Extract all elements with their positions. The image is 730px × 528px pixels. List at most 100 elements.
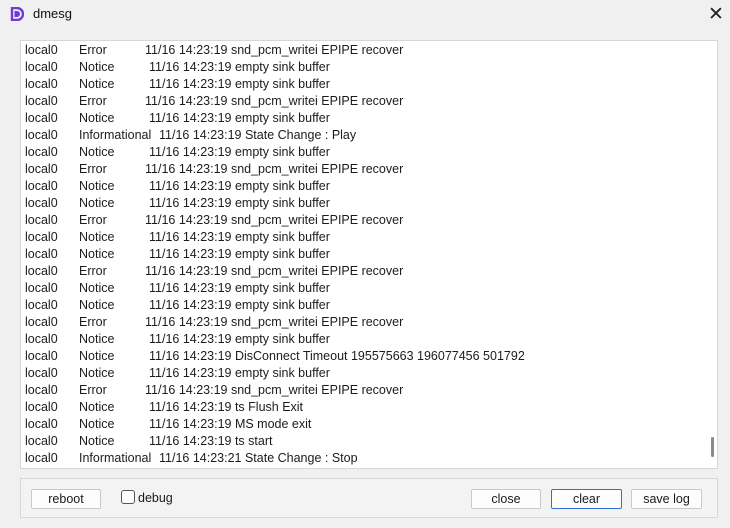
close-button[interactable]: close <box>471 489 541 509</box>
log-level: Informational <box>79 128 152 142</box>
log-source: local0 <box>25 349 58 363</box>
log-source: local0 <box>25 281 58 295</box>
log-message: 11/16 14:23:19 snd_pcm_writei EPIPE reco… <box>145 94 404 108</box>
log-row: local0 Error 11/16 14:23:19 snd_pcm_writei… <box>21 263 701 280</box>
log-source: local0 <box>25 77 58 91</box>
log-message: 11/16 14:23:19 MS mode exit <box>149 417 312 431</box>
log-level: Notice <box>79 77 115 91</box>
log-source: local0 <box>25 60 58 74</box>
log-row: local0 Notice 11/16 14:23:19 empty sink bu… <box>21 178 701 195</box>
log-row: local0 Notice 11/16 14:23:19 empty sink bu… <box>21 280 701 297</box>
log-source: local0 <box>25 332 58 346</box>
log-level: Error <box>79 383 107 397</box>
log-message: 11/16 14:23:19 State Change : Play <box>159 128 357 142</box>
log-row: local0 Notice 11/16 14:23:19 empty sink bu… <box>21 195 701 212</box>
close-icon[interactable]: ✕ <box>704 3 728 25</box>
log-message: 11/16 14:23:19 ts Flush Exit <box>149 400 304 414</box>
log-message: 11/16 14:23:19 empty sink buffer <box>149 145 330 159</box>
log-level: Notice <box>79 196 115 210</box>
log-message: 11/16 14:23:19 empty sink buffer <box>149 196 330 210</box>
log-message: 11/16 14:23:19 empty sink buffer <box>149 77 330 91</box>
log-level: Informational <box>79 451 152 465</box>
log-row: local0 Error 11/16 14:23:19 snd_pcm_writei… <box>21 314 701 331</box>
log-level: Notice <box>79 349 115 363</box>
log-level: Notice <box>79 400 115 414</box>
log-level: Notice <box>79 60 115 74</box>
log-row: local0 Notice 11/16 14:23:19 empty sink bu… <box>21 246 701 263</box>
log-level: Notice <box>79 179 115 193</box>
debug-checkbox[interactable]: debug <box>114 490 184 510</box>
log-source: local0 <box>25 434 58 448</box>
log-level: Notice <box>79 332 115 346</box>
log-source: local0 <box>25 417 58 431</box>
log-row: local0 Error 11/16 14:23:19 snd_pcm_writei… <box>21 212 701 229</box>
log-message: 11/16 14:23:19 empty sink buffer <box>149 179 330 193</box>
log-source: local0 <box>25 128 58 142</box>
log-message: 11/16 14:23:19 snd_pcm_writei EPIPE reco… <box>145 213 404 227</box>
log-message: 11/16 14:23:19 empty sink buffer <box>149 60 330 74</box>
log-message: 11/16 14:23:19 DisConnect Timeout 195575… <box>149 349 525 363</box>
log-row: local0 Informational 11/16 14:23:21 State … <box>21 450 701 467</box>
window-title: dmesg <box>33 6 73 21</box>
log-row: local0 Notice 11/16 14:23:19 empty sink bu… <box>21 76 701 93</box>
log-message: 11/16 14:23:19 empty sink buffer <box>149 332 330 346</box>
log-level: Error <box>79 213 107 227</box>
log-source: local0 <box>25 451 58 465</box>
log-level: Notice <box>79 434 115 448</box>
log-row: local0 Notice 11/16 14:23:19 empty sink bu… <box>21 110 701 127</box>
log-source: local0 <box>25 43 58 57</box>
log-row: local0 Notice 11/16 14:23:19 empty sink bu… <box>21 59 701 76</box>
log-source: local0 <box>25 162 58 176</box>
log-message: 11/16 14:23:19 snd_pcm_writei EPIPE reco… <box>145 383 404 397</box>
log-level: Error <box>79 264 107 278</box>
log-message: 11/16 14:23:19 snd_pcm_writei EPIPE reco… <box>145 315 404 329</box>
app-d-icon <box>10 7 24 21</box>
log-level: Notice <box>79 417 115 431</box>
log-level: Notice <box>79 281 115 295</box>
log-row: local0 Notice 11/16 14:23:19 DisConnect Ti… <box>21 348 701 365</box>
log-source: local0 <box>25 264 58 278</box>
log-level: Error <box>79 315 107 329</box>
log-source: local0 <box>25 298 58 312</box>
log-source: local0 <box>25 196 58 210</box>
log-message: 11/16 14:23:19 snd_pcm_writei EPIPE reco… <box>145 43 404 57</box>
log-message: 11/16 14:23:19 empty sink buffer <box>149 247 330 261</box>
log-level: Notice <box>79 230 115 244</box>
log-row: local0 Error 11/16 14:23:19 snd_pcm_writei… <box>21 42 701 59</box>
log-level: Notice <box>79 366 115 380</box>
log-message: 11/16 14:23:19 empty sink buffer <box>149 281 330 295</box>
log-row: local0 Informational 11/16 14:23:19 State … <box>21 127 701 144</box>
reboot-button[interactable]: reboot <box>31 489 101 509</box>
log-message: 11/16 14:23:19 empty sink buffer <box>149 298 330 312</box>
scrollbar-thumb[interactable] <box>711 437 714 457</box>
log-row: local0 Error 11/16 14:23:19 snd_pcm_writei… <box>21 382 701 399</box>
log-source: local0 <box>25 366 58 380</box>
log-list[interactable]: local0 Error 11/16 14:23:19 snd_pcm_writei… <box>20 40 718 469</box>
log-level: Error <box>79 94 107 108</box>
title-bar: dmesg ✕ <box>0 0 730 30</box>
debug-checkbox-label: debug <box>138 491 173 505</box>
log-message: 11/16 14:23:19 empty sink buffer <box>149 111 330 125</box>
log-source: local0 <box>25 400 58 414</box>
save-log-button[interactable]: save log <box>631 489 702 509</box>
log-row: local0 Notice 11/16 14:23:19 empty sink bu… <box>21 365 701 382</box>
log-row: local0 Error 11/16 14:23:19 snd_pcm_writei… <box>21 161 701 178</box>
log-source: local0 <box>25 383 58 397</box>
log-source: local0 <box>25 247 58 261</box>
debug-checkbox-box[interactable] <box>121 490 135 504</box>
log-source: local0 <box>25 94 58 108</box>
log-row: local0 Notice 11/16 14:23:19 ts Flush Exit <box>21 399 701 416</box>
log-row: local0 Notice 11/16 14:23:19 empty sink bu… <box>21 229 701 246</box>
log-level: Error <box>79 162 107 176</box>
log-source: local0 <box>25 145 58 159</box>
log-level: Notice <box>79 247 115 261</box>
log-row: local0 Notice 11/16 14:23:19 empty sink bu… <box>21 297 701 314</box>
log-message: 11/16 14:23:19 ts start <box>149 434 273 448</box>
log-level: Notice <box>79 145 115 159</box>
log-message: 11/16 14:23:21 State Change : Stop <box>159 451 358 465</box>
log-level: Notice <box>79 298 115 312</box>
log-message: 11/16 14:23:19 snd_pcm_writei EPIPE reco… <box>145 162 404 176</box>
clear-button[interactable]: clear <box>551 489 622 509</box>
log-message: 11/16 14:23:19 empty sink buffer <box>149 230 330 244</box>
log-source: local0 <box>25 179 58 193</box>
